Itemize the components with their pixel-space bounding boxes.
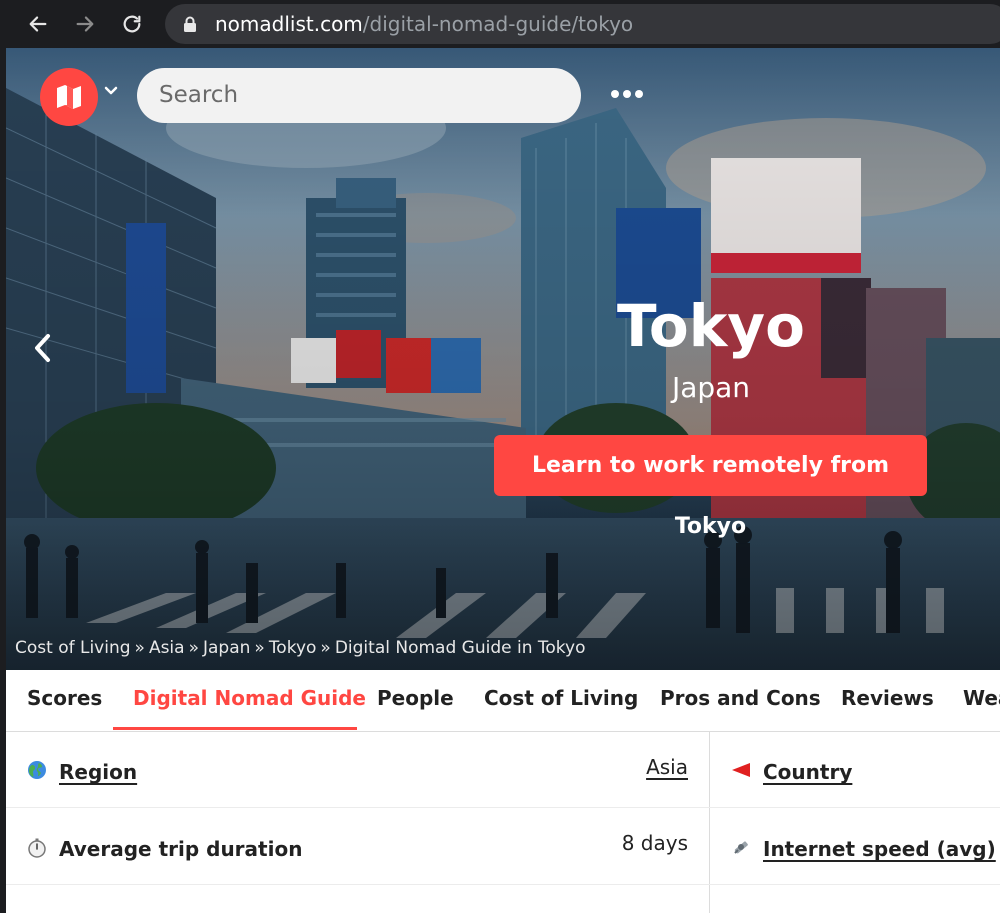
trip-duration-label: Average trip duration <box>59 837 303 861</box>
breadcrumb-current[interactable]: Digital Nomad Guide in Tokyo <box>335 638 586 658</box>
tab-reviews[interactable]: Reviews <box>841 670 934 731</box>
breadcrumb-tokyo[interactable]: Tokyo <box>269 638 317 658</box>
browser-toolbar: nomadlist.com/digital-nomad-guide/tokyo <box>0 0 1000 48</box>
breadcrumb-separator: » <box>254 638 265 658</box>
country-label[interactable]: Country <box>763 759 852 785</box>
column-divider <box>709 732 710 808</box>
url-path: /digital-nomad-guide/tokyo <box>362 12 634 36</box>
more-options-icon[interactable] <box>606 84 648 104</box>
back-arrow-icon[interactable] <box>22 8 54 40</box>
region-value[interactable]: Asia <box>646 754 688 780</box>
lock-icon <box>184 16 196 32</box>
breadcrumb-cost-of-living[interactable]: Cost of Living <box>15 638 131 658</box>
trip-duration-value: 8 days <box>621 831 688 855</box>
internet-speed-label[interactable]: Internet speed (avg) <box>763 836 996 862</box>
tab-weather[interactable]: Wea <box>963 670 1000 731</box>
tab-cost-of-living[interactable]: Cost of Living <box>484 670 638 731</box>
url-host: nomadlist.com <box>215 12 363 36</box>
section-tabs: Scores Digital Nomad Guide People Cost o… <box>6 670 1000 732</box>
breadcrumb-separator: » <box>188 638 199 658</box>
address-bar[interactable]: nomadlist.com/digital-nomad-guide/tokyo <box>165 4 1000 44</box>
hero-banner: Search Tokyo Japan Learn to work remotel… <box>6 48 1000 670</box>
breadcrumb-asia[interactable]: Asia <box>149 638 185 658</box>
breadcrumb: Cost of Living» Asia» Japan» Tokyo» Digital … <box>15 637 585 659</box>
country-subtitle: Japan <box>671 371 751 404</box>
globe-icon <box>28 761 46 779</box>
tab-digital-nomad-guide[interactable]: Digital Nomad Guide <box>133 670 366 731</box>
tab-scores[interactable]: Scores <box>27 670 102 731</box>
satellite-icon <box>734 841 748 854</box>
column-divider <box>709 885 710 913</box>
breadcrumb-japan[interactable]: Japan <box>203 638 250 658</box>
breadcrumb-separator: » <box>134 638 145 658</box>
previous-image-icon[interactable] <box>28 330 58 366</box>
info-row-trip-duration: Average trip duration 8 days Internet sp… <box>6 808 1000 884</box>
reload-icon[interactable] <box>116 8 148 40</box>
forward-arrow-icon[interactable] <box>69 8 101 40</box>
chevron-down-icon[interactable] <box>104 86 118 96</box>
city-title: Tokyo <box>617 292 805 360</box>
url-text: nomadlist.com/digital-nomad-guide/tokyo <box>215 12 633 36</box>
tab-people[interactable]: People <box>377 670 454 731</box>
search-input[interactable]: Search <box>137 68 581 123</box>
map-icon <box>57 85 81 109</box>
active-tab-indicator <box>113 727 357 730</box>
tab-pros-and-cons[interactable]: Pros and Cons <box>660 670 821 731</box>
info-row-region: Region Asia Country <box>6 732 1000 808</box>
breadcrumb-separator: » <box>320 638 331 658</box>
region-label[interactable]: Region <box>59 759 137 785</box>
info-row-next <box>6 885 1000 913</box>
learn-remote-work-button[interactable]: Learn to work remotely from Tokyo <box>494 435 927 539</box>
stopwatch-icon <box>28 838 46 858</box>
nomadlist-logo[interactable] <box>40 68 98 126</box>
column-divider <box>709 808 710 884</box>
flag-icon <box>732 763 750 777</box>
